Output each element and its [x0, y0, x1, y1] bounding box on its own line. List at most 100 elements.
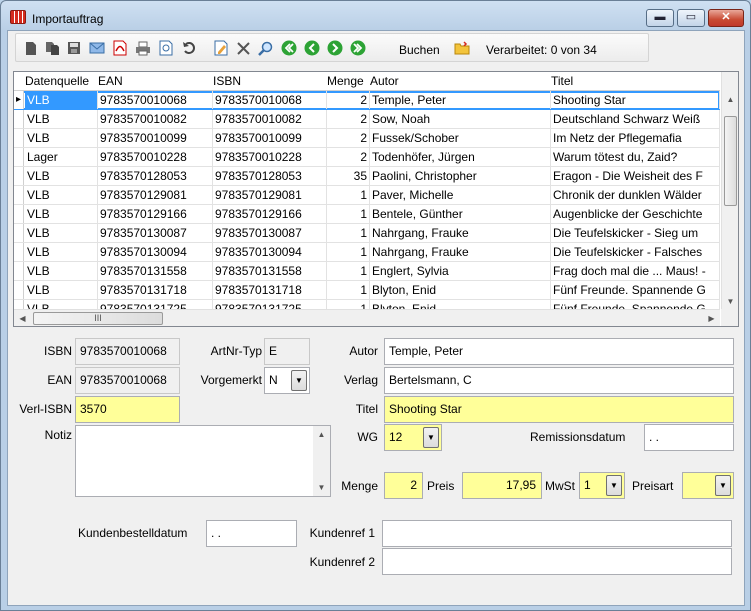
cell-autor[interactable]: Bentele, Günther: [370, 205, 551, 223]
row-indicator[interactable]: [14, 186, 24, 204]
cell-autor[interactable]: Englert, Sylvia: [370, 262, 551, 280]
cell-src[interactable]: VLB: [25, 110, 98, 128]
column-header-titel[interactable]: Titel: [551, 72, 720, 91]
print-preview-icon[interactable]: [157, 39, 175, 57]
cell-isbn[interactable]: 9783570131558: [213, 262, 327, 280]
previous-record-icon[interactable]: [303, 39, 321, 57]
column-header-ean[interactable]: EAN: [98, 72, 212, 91]
cell-isbn[interactable]: 9783570129166: [213, 205, 327, 223]
notiz-textarea[interactable]: ▲ ▼: [75, 425, 331, 497]
cell-ean[interactable]: 9783570131558: [98, 262, 213, 280]
cell-titel[interactable]: Shooting Star: [551, 91, 720, 109]
row-indicator[interactable]: [14, 205, 24, 223]
cell-isbn[interactable]: 9783570010082: [213, 110, 327, 128]
chevron-down-icon[interactable]: ▼: [606, 475, 622, 496]
cell-titel[interactable]: Eragon - Die Weisheit des F: [551, 167, 720, 185]
cell-src[interactable]: VLB: [25, 205, 98, 223]
preis-field[interactable]: 17,95: [462, 472, 542, 499]
delete-icon[interactable]: [234, 39, 252, 57]
cell-isbn[interactable]: 9783570010099: [213, 129, 327, 147]
verl-isbn-field[interactable]: 3570: [75, 396, 180, 423]
cell-ean[interactable]: 9783570131718: [98, 281, 213, 299]
table-row[interactable]: VLB 9783570128053 9783570128053 35 Paolini, …: [14, 167, 720, 186]
table-row[interactable]: ▸ VLB 9783570010068 9783570010068 2 Temple, P…: [14, 91, 720, 110]
row-indicator[interactable]: [14, 167, 24, 185]
cell-menge[interactable]: 2: [327, 129, 370, 147]
cell-autor[interactable]: Nahrgang, Frauke: [370, 224, 551, 242]
cell-menge[interactable]: 1: [327, 224, 370, 242]
edit-icon[interactable]: [212, 39, 230, 57]
cell-ean[interactable]: 9783570128053: [98, 167, 213, 185]
cell-menge[interactable]: 1: [327, 281, 370, 299]
cell-isbn[interactable]: 9783570128053: [213, 167, 327, 185]
kundenref2-field[interactable]: [382, 548, 732, 575]
cell-src[interactable]: VLB: [25, 167, 98, 185]
minimize-button[interactable]: ▬: [646, 9, 674, 27]
cell-titel[interactable]: Die Teufelskicker - Falsches: [551, 243, 720, 261]
verlag-field[interactable]: Bertelsmann, C: [384, 367, 734, 394]
wg-select[interactable]: 12 ▼: [384, 424, 442, 451]
isbn-field[interactable]: 9783570010068: [75, 338, 180, 365]
next-record-icon[interactable]: [326, 39, 344, 57]
column-header-menge[interactable]: Menge: [327, 72, 369, 91]
cell-titel[interactable]: Die Teufelskicker - Sieg um: [551, 224, 720, 242]
cell-src[interactable]: VLB: [25, 224, 98, 242]
cell-autor[interactable]: Sow, Noah: [370, 110, 551, 128]
menge-field[interactable]: 2: [384, 472, 423, 499]
cell-ean[interactable]: 9783570130094: [98, 243, 213, 261]
cell-titel[interactable]: Deutschland Schwarz Weiß: [551, 110, 720, 128]
table-row[interactable]: VLB 9783570129081 9783570129081 1 Paver, Mic…: [14, 186, 720, 205]
last-record-icon[interactable]: [349, 39, 367, 57]
cell-titel[interactable]: Augenblicke der Geschichte: [551, 205, 720, 223]
table-row[interactable]: VLB 9783570010099 9783570010099 2 Fussek/Sch…: [14, 129, 720, 148]
table-row[interactable]: VLB 9783570010082 9783570010082 2 Sow, Noah D…: [14, 110, 720, 129]
table-row[interactable]: VLB 9783570130087 9783570130087 1 Nahrgang, …: [14, 224, 720, 243]
cell-autor[interactable]: Todenhöfer, Jürgen: [370, 148, 551, 166]
horizontal-scroll-thumb[interactable]: III: [33, 312, 163, 325]
column-header-autor[interactable]: Autor: [370, 72, 550, 91]
cell-ean[interactable]: 9783570130087: [98, 224, 213, 242]
buchen-button[interactable]: Buchen: [399, 43, 440, 57]
ean-field[interactable]: 9783570010068: [75, 367, 180, 394]
scroll-right-arrow-icon[interactable]: ▶: [703, 310, 720, 327]
cell-src[interactable]: VLB: [25, 262, 98, 280]
row-indicator[interactable]: [14, 148, 24, 166]
row-indicator[interactable]: [14, 224, 24, 242]
mwst-select[interactable]: 1 ▼: [579, 472, 625, 499]
preisart-select[interactable]: ▼: [682, 472, 734, 499]
cell-menge[interactable]: 1: [327, 243, 370, 261]
autor-field[interactable]: Temple, Peter: [384, 338, 734, 365]
cell-isbn[interactable]: 9783570010068: [213, 91, 327, 109]
cell-src[interactable]: VLB: [25, 281, 98, 299]
cell-isbn[interactable]: 9783570129081: [213, 186, 327, 204]
search-icon[interactable]: [256, 39, 274, 57]
email-icon[interactable]: [88, 39, 106, 57]
first-record-icon[interactable]: [280, 39, 298, 57]
cell-autor[interactable]: Temple, Peter: [370, 91, 551, 109]
cell-src[interactable]: Lager: [25, 148, 98, 166]
cell-ean[interactable]: 9783570010082: [98, 110, 213, 128]
cell-ean[interactable]: 9783570129081: [98, 186, 213, 204]
vertical-scroll-thumb[interactable]: [724, 116, 737, 206]
table-row[interactable]: VLB 9783570131558 9783570131558 1 Englert, S…: [14, 262, 720, 281]
cell-ean[interactable]: 9783570010099: [98, 129, 213, 147]
cell-menge[interactable]: 2: [327, 110, 370, 128]
cell-isbn[interactable]: 9783570130087: [213, 224, 327, 242]
cell-menge[interactable]: 2: [327, 91, 370, 109]
cell-autor[interactable]: Paolini, Christopher: [370, 167, 551, 185]
current-row-indicator-icon[interactable]: ▸: [14, 91, 24, 109]
cell-menge[interactable]: 1: [327, 205, 370, 223]
row-indicator[interactable]: [14, 129, 24, 147]
row-indicator[interactable]: [14, 281, 24, 299]
vorgemerkt-select[interactable]: N ▼: [264, 367, 310, 394]
cell-menge[interactable]: 2: [327, 148, 370, 166]
import-grid[interactable]: Datenquelle EAN ISBN Menge Autor Titel ▸…: [13, 71, 739, 327]
cell-autor[interactable]: Paver, Michelle: [370, 186, 551, 204]
cell-ean[interactable]: 9783570010228: [98, 148, 213, 166]
cell-isbn[interactable]: 9783570010228: [213, 148, 327, 166]
copy-document-icon[interactable]: [43, 39, 61, 57]
cell-menge[interactable]: 1: [327, 262, 370, 280]
scroll-down-arrow-icon[interactable]: ▼: [722, 293, 739, 310]
scroll-up-arrow-icon[interactable]: ▲: [722, 91, 739, 108]
titel-field[interactable]: Shooting Star: [384, 396, 734, 423]
